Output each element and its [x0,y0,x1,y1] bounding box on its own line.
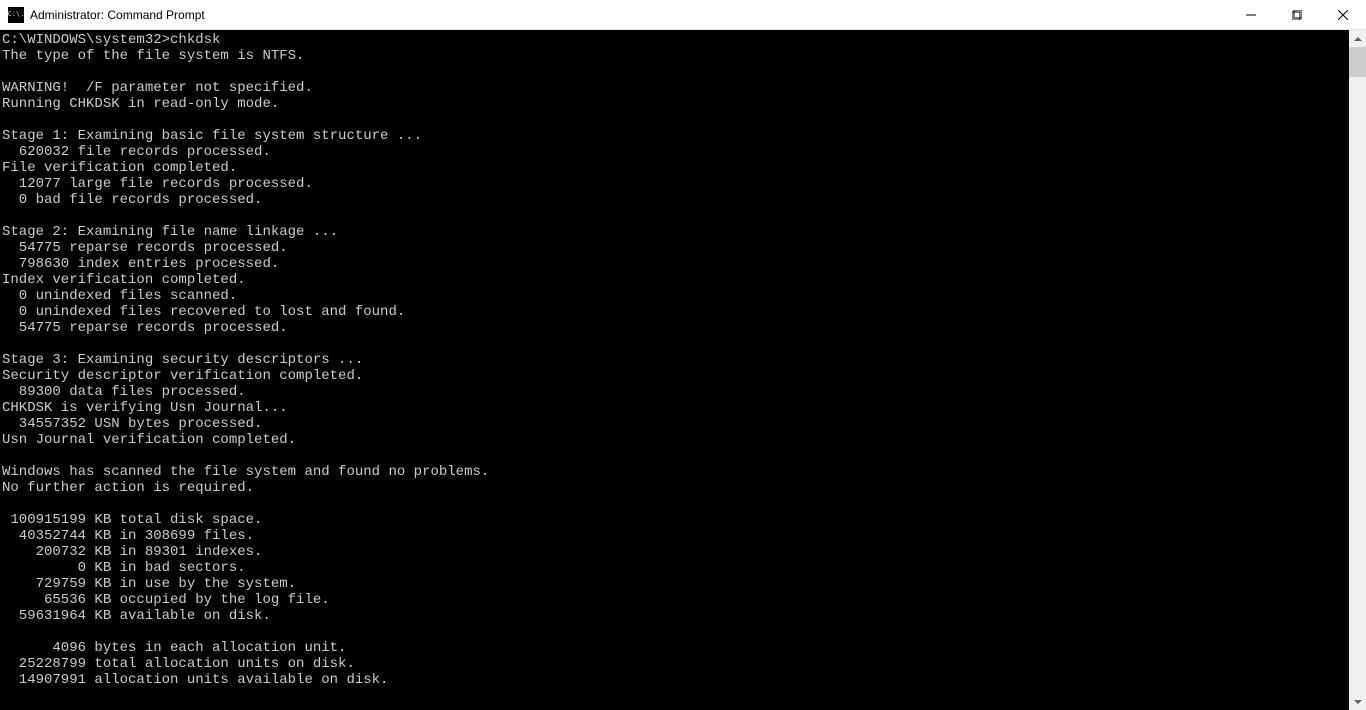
window-title: Administrator: Command Prompt [30,8,1228,22]
title-bar: C:\. Administrator: Command Prompt [0,0,1366,30]
vertical-scrollbar[interactable] [1349,30,1366,710]
window-controls [1228,0,1366,29]
minimize-button[interactable] [1228,0,1274,29]
scroll-up-button[interactable] [1349,30,1366,47]
cmd-icon: C:\. [8,7,24,23]
maximize-button[interactable] [1274,0,1320,29]
terminal-output[interactable]: C:\WINDOWS\system32>chkdsk The type of t… [0,30,1349,710]
scroll-down-button[interactable] [1349,693,1366,710]
scroll-thumb[interactable] [1349,47,1366,77]
terminal-container: C:\WINDOWS\system32>chkdsk The type of t… [0,30,1366,710]
close-button[interactable] [1320,0,1366,29]
